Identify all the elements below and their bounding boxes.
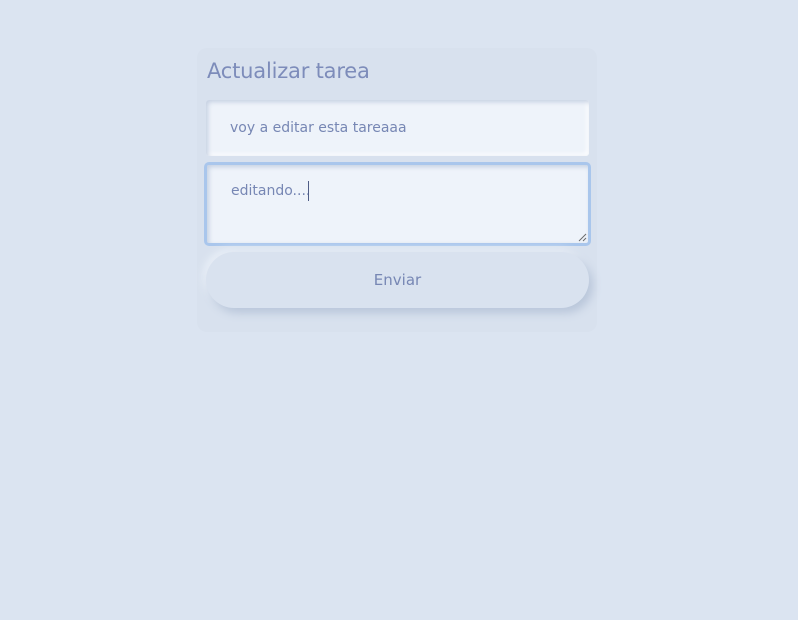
task-title-input[interactable]	[206, 100, 589, 156]
submit-button[interactable]: Enviar	[206, 252, 589, 308]
resize-handle-icon[interactable]	[578, 233, 587, 242]
form-title: Actualizar tarea	[207, 59, 370, 83]
update-task-form: Actualizar tarea editando.... Enviar	[197, 48, 597, 332]
task-description-field: editando....	[204, 162, 591, 246]
text-caret	[308, 181, 309, 201]
task-description-textarea[interactable]: editando....	[207, 165, 588, 243]
